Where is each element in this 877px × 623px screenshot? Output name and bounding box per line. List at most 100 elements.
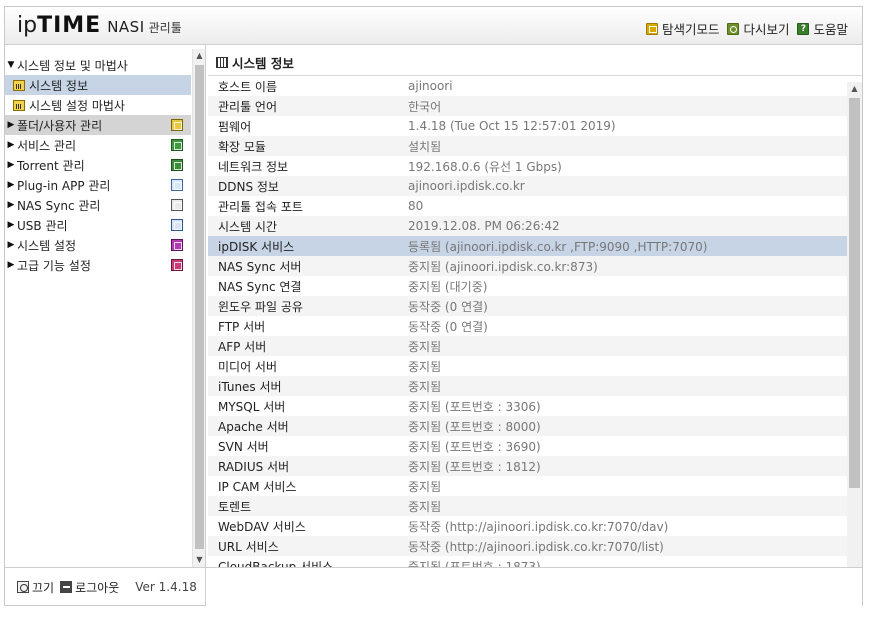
menu-service[interactable]: ▶ 서비스 관리 <box>5 135 191 155</box>
power-off-button[interactable]: 끄기 <box>17 579 54 596</box>
table-row[interactable]: MYSQL 서버 중지됨 (포트번호 : 3306) <box>208 396 862 416</box>
row-key: 관리툴 접속 포트 <box>218 199 303 214</box>
chart-icon <box>216 57 228 68</box>
row-value: 동작중 (http://ajinoori.ipdisk.co.kr:7070/d… <box>408 519 669 534</box>
menu-system-settings[interactable]: ▶ 시스템 설정 <box>5 235 191 255</box>
table-row[interactable]: WebDAV 서비스 동작중 (http://ajinoori.ipdisk.co… <box>208 516 862 536</box>
page-title: 시스템 정보 <box>216 53 294 72</box>
reload-link[interactable]: 다시보기 <box>727 19 789 38</box>
torrent-icon <box>171 159 183 171</box>
menu-folder-user[interactable]: ▶ 폴더/사용자 관리 <box>5 115 191 135</box>
menu-nas-sync[interactable]: ▶ NAS Sync 관리 <box>5 195 191 215</box>
table-row[interactable]: 네트워크 정보 192.168.0.6 (유선 1 Gbps) <box>208 156 862 176</box>
table-row[interactable]: 토렌트 중지됨 <box>208 496 862 516</box>
scrollbar-thumb[interactable] <box>195 65 204 549</box>
table-row[interactable]: URL 서비스 동작중 (http://ajinoori.ipdisk.co.kr… <box>208 536 862 556</box>
row-value: 중지됨 <box>408 379 442 394</box>
table-row[interactable]: 호스트 이름 ajinoori <box>208 76 862 96</box>
row-key: NAS Sync 서버 <box>218 259 302 274</box>
logo-nas: NASI <box>107 18 145 36</box>
row-key: NAS Sync 연결 <box>218 279 302 294</box>
collapsed-arrow-icon: ▶ <box>7 180 15 190</box>
collapsed-arrow-icon: ▶ <box>7 260 15 270</box>
help-label: 도움말 <box>813 22 848 37</box>
row-key: URL 서비스 <box>218 539 279 554</box>
table-row[interactable]: ipDISK 서비스 등록됨 (ajinoori.ipdisk.co.kr ,FT… <box>208 236 862 256</box>
nas-sync-icon <box>171 199 183 211</box>
plugin-icon <box>171 179 183 191</box>
menu-label: 시스템 정보 <box>29 78 89 93</box>
table-row[interactable]: iTunes 서버 중지됨 <box>208 376 862 396</box>
table-row[interactable]: Apache 서버 중지됨 (포트번호 : 8000) <box>208 416 862 436</box>
row-value: 등록됨 (ajinoori.ipdisk.co.kr ,FTP:9090 ,HT… <box>408 239 708 254</box>
menu-system-setup-wizard[interactable]: 시스템 설정 마법사 <box>5 95 191 115</box>
collapsed-arrow-icon: ▶ <box>7 240 15 250</box>
table-row[interactable]: AFP 서버 중지됨 <box>208 336 862 356</box>
power-icon <box>17 581 29 593</box>
table-row[interactable]: 시스템 시간 2019.12.08. PM 06:26:42 <box>208 216 862 236</box>
row-key: 시스템 시간 <box>218 219 278 234</box>
help-icon: ? <box>797 22 810 35</box>
row-key: 미디어 서버 <box>218 359 278 374</box>
row-key: 윈도우 파일 공유 <box>218 299 303 314</box>
logo-time: TIME <box>37 13 102 38</box>
menu-torrent[interactable]: ▶ Torrent 관리 <box>5 155 191 175</box>
explorer-mode-link[interactable]: 탐색기모드 <box>645 19 719 38</box>
menu-label: NAS Sync 관리 <box>17 198 101 213</box>
table-row[interactable]: 펌웨어 1.4.18 (Tue Oct 15 12:57:01 2019) <box>208 116 862 136</box>
table-row[interactable]: NAS Sync 서버 중지됨 (ajinoori.ipdisk.co.kr:87… <box>208 256 862 276</box>
row-value: 중지됨 <box>408 359 442 374</box>
collapsed-arrow-icon: ▶ <box>7 140 15 150</box>
help-link[interactable]: ? 도움말 <box>797 19 848 38</box>
menu-plugin-app[interactable]: ▶ Plug-in APP 관리 <box>5 175 191 195</box>
collapsed-arrow-icon: ▶ <box>7 220 15 230</box>
table-row[interactable]: NAS Sync 연결 중지됨 (대기중) <box>208 276 862 296</box>
table-row[interactable]: IP CAM 서비스 중지됨 <box>208 476 862 496</box>
system-info-table: 호스트 이름 ajinoori 관리툴 언어 한국어펌웨어 1.4.18 (Tue Oc… <box>208 75 862 572</box>
row-value: 중지됨 (포트번호 : 3306) <box>408 399 541 414</box>
scroll-up-arrow-icon[interactable]: ▲ <box>847 82 862 96</box>
scroll-up-arrow-icon[interactable]: ▲ <box>193 49 206 63</box>
logout-button[interactable]: 로그아웃 <box>60 579 119 596</box>
row-value: 중지됨 (포트번호 : 3690) <box>408 439 541 454</box>
row-value: 중지됨 <box>408 339 442 354</box>
system-settings-icon <box>171 239 183 251</box>
sidebar-scrollbar[interactable]: ▲ ▼ <box>192 49 205 567</box>
menu-label: Torrent 관리 <box>17 158 85 173</box>
main-scrollbar[interactable]: ▲ ▼ <box>847 82 862 579</box>
chart-icon <box>13 99 25 111</box>
header-bar: ip TIME NASI 관리툴 탐색기모드 다시보기 ? 도움말 <box>5 7 862 45</box>
table-row[interactable]: 미디어 서버 중지됨 <box>208 356 862 376</box>
menu-label: 시스템 설정 마법사 <box>29 98 125 113</box>
table-row[interactable]: 윈도우 파일 공유 동작중 (0 연결) <box>208 296 862 316</box>
row-value: 한국어 <box>408 99 442 114</box>
logout-label: 로그아웃 <box>75 580 120 595</box>
menu-system-info[interactable]: 시스템 정보 <box>5 75 191 95</box>
menu-usb[interactable]: ▶ USB 관리 <box>5 215 191 235</box>
expanded-arrow-icon: ▼ <box>7 60 15 70</box>
scroll-down-arrow-icon[interactable]: ▼ <box>193 553 206 567</box>
table-row[interactable]: 확장 모듈 설치됨 <box>208 136 862 156</box>
table-row[interactable]: 관리툴 접속 포트 80 <box>208 196 862 216</box>
menu-advanced-settings[interactable]: ▶ 고급 기능 설정 <box>5 255 191 275</box>
table-row[interactable]: 관리툴 언어 한국어 <box>208 96 862 116</box>
row-value: ajinoori.ipdisk.co.kr <box>408 179 525 193</box>
table-row[interactable]: RADIUS 서버 중지됨 (포트번호 : 1812) <box>208 456 862 476</box>
collapsed-arrow-icon: ▶ <box>7 120 15 130</box>
menu-system-info-wizard[interactable]: ▼ 시스템 정보 및 마법사 <box>5 55 191 75</box>
table-row[interactable]: FTP 서버 동작중 (0 연결) <box>208 316 862 336</box>
table-row[interactable]: DDNS 정보 ajinoori.ipdisk.co.kr <box>208 176 862 196</box>
table-row[interactable]: SVN 서버 중지됨 (포트번호 : 3690) <box>208 436 862 456</box>
row-key: 관리툴 언어 <box>218 99 278 114</box>
menu-label: USB 관리 <box>17 218 68 233</box>
row-key: WebDAV 서비스 <box>218 519 306 534</box>
service-icon <box>171 139 183 151</box>
row-key: MYSQL 서버 <box>218 399 286 414</box>
menu-label: 시스템 설정 <box>17 238 77 253</box>
row-value: 설치됨 <box>408 139 442 154</box>
scrollbar-thumb[interactable] <box>849 98 860 488</box>
menu-label: 폴더/사용자 관리 <box>17 118 103 133</box>
collapsed-arrow-icon: ▶ <box>7 160 15 170</box>
chart-icon <box>13 79 25 91</box>
row-value: ajinoori <box>408 79 453 93</box>
